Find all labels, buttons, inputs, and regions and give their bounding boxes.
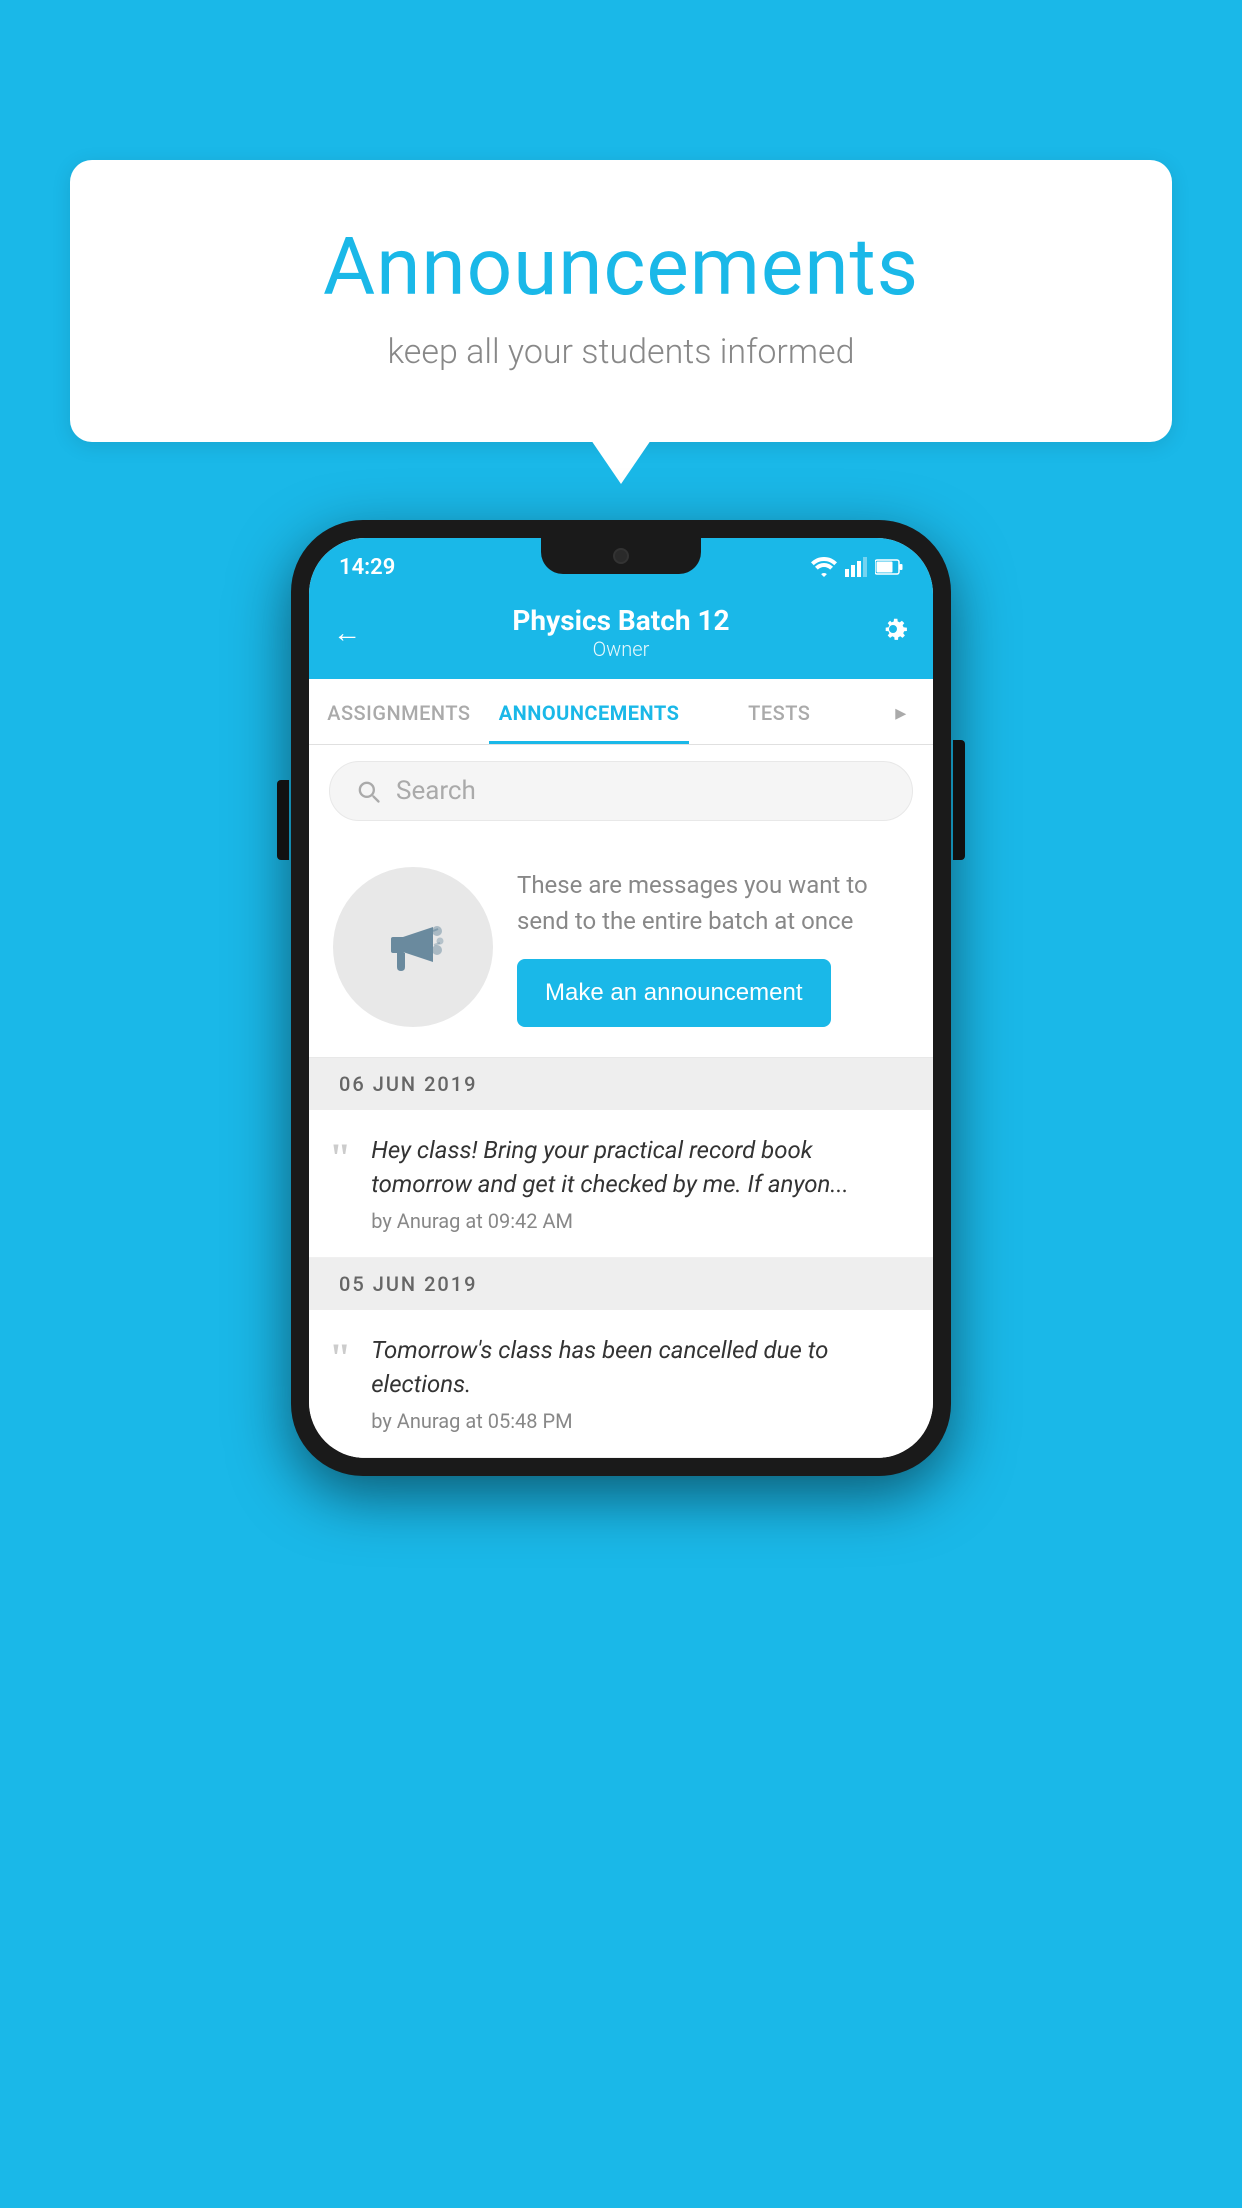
promo-right: These are messages you want to send to t… — [517, 867, 909, 1027]
make-announcement-button[interactable]: Make an announcement — [517, 959, 831, 1027]
date-separator-1: 06 JUN 2019 — [309, 1058, 933, 1110]
tab-more[interactable]: ▸ — [869, 679, 933, 744]
promo-description: These are messages you want to send to t… — [517, 867, 909, 939]
settings-button[interactable] — [869, 613, 909, 652]
announcement-meta-2: by Anurag at 05:48 PM — [371, 1409, 909, 1433]
phone-device: 14:29 — [291, 520, 951, 1476]
battery-icon — [875, 559, 903, 575]
announcement-content-1: Hey class! Bring your practical record b… — [371, 1134, 909, 1233]
status-icons — [811, 557, 903, 577]
batch-title: Physics Batch 12 — [373, 604, 869, 637]
bubble-subtitle: keep all your students informed — [150, 332, 1092, 372]
announcement-meta-1: by Anurag at 09:42 AM — [371, 1209, 909, 1233]
announcement-text-1: Hey class! Bring your practical record b… — [371, 1134, 909, 1201]
tab-announcements[interactable]: ANNOUNCEMENTS — [489, 679, 690, 744]
megaphone-icon — [373, 907, 453, 987]
tab-assignments[interactable]: ASSIGNMENTS — [309, 679, 489, 744]
tab-tests[interactable]: TESTS — [689, 679, 869, 744]
gear-icon — [877, 613, 909, 645]
signal-icon — [845, 557, 867, 577]
front-camera — [613, 548, 629, 564]
search-placeholder: Search — [396, 776, 476, 806]
app-header: ← Physics Batch 12 Owner — [309, 590, 933, 679]
header-title-block: Physics Batch 12 Owner — [373, 604, 869, 661]
search-container: Search — [309, 745, 933, 837]
status-time: 14:29 — [339, 555, 395, 580]
quote-icon-1: " — [329, 1138, 351, 1178]
promo-section: These are messages you want to send to t… — [309, 837, 933, 1058]
speech-bubble: Announcements keep all your students inf… — [70, 160, 1172, 442]
announcement-item-2[interactable]: " Tomorrow's class has been cancelled du… — [309, 1310, 933, 1458]
search-icon — [354, 777, 382, 805]
batch-subtitle: Owner — [373, 637, 869, 661]
back-button[interactable]: ← — [333, 616, 373, 649]
wifi-icon — [811, 557, 837, 577]
announcement-content-2: Tomorrow's class has been cancelled due … — [371, 1334, 909, 1433]
quote-icon-2: " — [329, 1338, 351, 1378]
date-separator-2: 05 JUN 2019 — [309, 1258, 933, 1310]
speech-bubble-container: Announcements keep all your students inf… — [70, 160, 1172, 442]
tabs-bar: ASSIGNMENTS ANNOUNCEMENTS TESTS ▸ — [309, 679, 933, 745]
bubble-title: Announcements — [150, 220, 1092, 314]
promo-icon-circle — [333, 867, 493, 1027]
search-bar[interactable]: Search — [329, 761, 913, 821]
announcement-text-2: Tomorrow's class has been cancelled due … — [371, 1334, 909, 1401]
phone-outer: 14:29 — [291, 520, 951, 1476]
phone-notch — [541, 538, 701, 574]
phone-screen: 14:29 — [309, 538, 933, 1458]
announcement-item-1[interactable]: " Hey class! Bring your practical record… — [309, 1110, 933, 1258]
